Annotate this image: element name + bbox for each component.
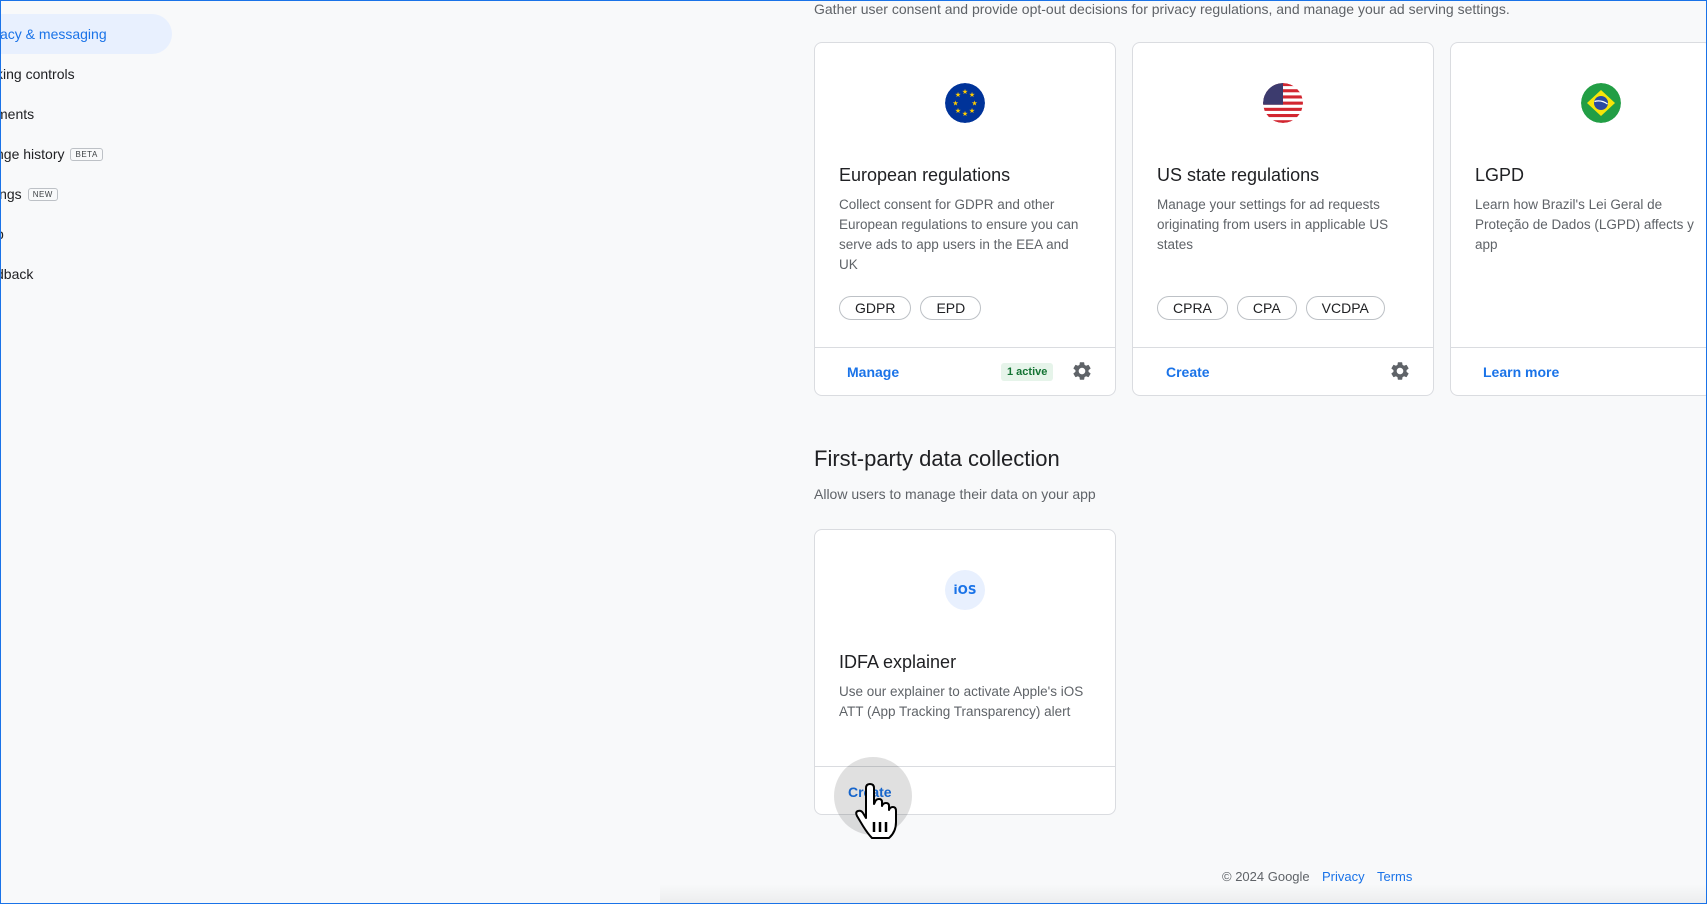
chip-list: GDPR EPD <box>839 296 982 320</box>
sidebar-item-label: nge history <box>0 146 65 162</box>
sidebar-item-help[interactable]: p <box>0 214 4 254</box>
create-button[interactable]: Create <box>1166 364 1210 380</box>
svg-text:★: ★ <box>969 91 975 99</box>
card-description: Use our explainer to activate Apple's iO… <box>839 684 1084 719</box>
lgpd-card: LGPD Learn how Brazil's Lei Geral de Pro… <box>1450 42 1707 396</box>
card-title: US state regulations <box>1157 165 1320 185</box>
sidebar-item-label: dback <box>0 266 34 282</box>
card-description: Learn how Brazil's Lei Geral de Proteção… <box>1475 197 1694 252</box>
gear-icon[interactable] <box>1389 360 1411 382</box>
beta-badge: BETA <box>70 147 103 161</box>
chip-gdpr: GDPR <box>839 296 912 320</box>
card-footer: Manage 1 active <box>815 347 1115 395</box>
sidebar-item-feedback[interactable]: dback <box>0 254 33 294</box>
hand-cursor-icon <box>855 783 897 839</box>
card-footer: Create <box>1133 347 1433 395</box>
footer-shadow <box>660 884 1707 904</box>
chip-cpra: CPRA <box>1157 296 1228 320</box>
card-title: European regulations <box>839 165 1011 185</box>
sidebar-item-privacy-messaging[interactable]: acy & messaging <box>0 14 172 54</box>
us-state-regulations-card: US state regulations Manage your setting… <box>1132 42 1434 396</box>
sidebar-item-label: king controls <box>0 66 75 82</box>
sidebar-item-label: p <box>0 226 4 242</box>
ios-icon: iOS <box>945 570 985 610</box>
sidebar-item-settings[interactable]: ings NEW <box>0 174 58 214</box>
card-description: Manage your settings for ad requests ori… <box>1157 197 1389 252</box>
sidebar-item-label: acy & messaging <box>0 26 107 42</box>
svg-text:★: ★ <box>955 91 961 99</box>
terms-link[interactable]: Terms <box>1377 869 1412 884</box>
svg-text:★: ★ <box>955 107 961 115</box>
european-regulations-card: ★ ★ ★ ★ ★ ★ ★ ★ European regulations Collect … <box>814 42 1116 396</box>
sidebar: acy & messaging king controls ments nge … <box>0 0 180 904</box>
chip-vcdpa: VCDPA <box>1305 296 1385 320</box>
eu-flag-icon: ★ ★ ★ ★ ★ ★ ★ ★ <box>945 83 985 123</box>
card-title: IDFA explainer <box>839 652 957 672</box>
card-description: Collect consent for GDPR and other Europ… <box>839 197 1079 272</box>
card-title: LGPD <box>1475 165 1525 185</box>
sidebar-item-label: ments <box>0 106 35 122</box>
svg-text:★: ★ <box>952 100 958 108</box>
chip-list: CPRA CPA VCDPA <box>1157 296 1385 320</box>
sidebar-item-blocking-controls[interactable]: king controls <box>0 54 75 94</box>
us-flag-icon <box>1263 83 1303 123</box>
sidebar-item-change-history[interactable]: nge history BETA <box>0 134 103 174</box>
svg-text:★: ★ <box>962 110 968 118</box>
status-badge: 1 active <box>1001 363 1054 381</box>
brazil-flag-icon <box>1581 83 1621 123</box>
svg-text:★: ★ <box>962 88 968 96</box>
privacy-link[interactable]: Privacy <box>1322 869 1365 884</box>
manage-button[interactable]: Manage <box>847 364 899 380</box>
chip-cpa: CPA <box>1236 296 1297 320</box>
regulations-description: Gather user consent and provide opt-out … <box>814 1 1510 17</box>
section-description: Allow users to manage their data on your… <box>814 486 1096 502</box>
copyright-text: © 2024 Google <box>1222 869 1310 884</box>
chip-epd: EPD <box>920 296 982 320</box>
gear-icon[interactable] <box>1071 360 1093 382</box>
svg-text:★: ★ <box>969 107 975 115</box>
new-badge: NEW <box>27 187 58 201</box>
sidebar-item-label: ings <box>0 186 22 202</box>
card-footer: Learn more <box>1451 347 1707 395</box>
sidebar-item-payments[interactable]: ments <box>0 94 34 134</box>
learn-more-button[interactable]: Learn more <box>1483 364 1559 380</box>
section-title: First-party data collection <box>814 446 1060 471</box>
